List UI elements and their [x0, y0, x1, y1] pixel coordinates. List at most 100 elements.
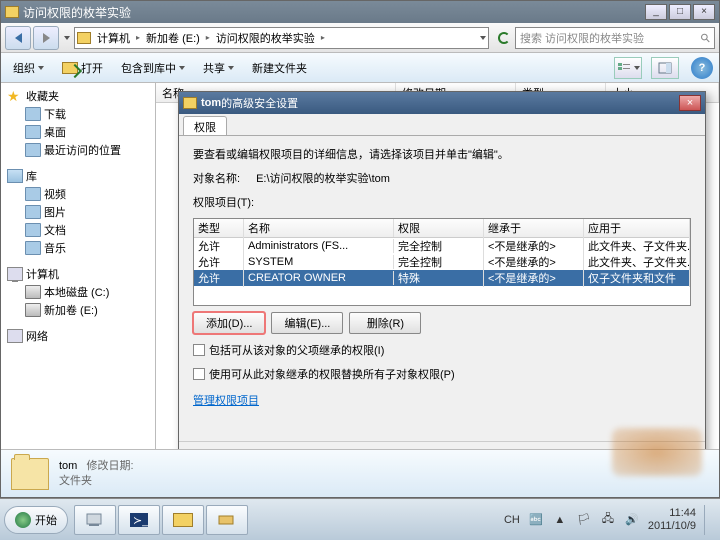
permission-list[interactable]: 类型 名称 权限 继承于 应用于 允许Administrators (FS...… [193, 218, 691, 306]
tree-item[interactable]: 音乐 [3, 239, 153, 257]
organize-menu[interactable]: 组织 [7, 58, 50, 78]
arrow-right-icon [43, 33, 50, 43]
back-button[interactable] [5, 26, 31, 50]
window-title: 访问权限的枚举实验 [23, 4, 643, 21]
folder-icon [25, 107, 41, 121]
breadcrumb[interactable]: 计算机▸ 新加卷 (E:)▸ 访问权限的枚举实验▸ [74, 27, 489, 49]
breadcrumb-segment[interactable]: 访问权限的枚举实验 [212, 29, 319, 47]
objname-value: E:\访问权限的枚举实验\tom [256, 170, 390, 186]
titlebar[interactable]: 访问权限的枚举实验 _ □ × [1, 1, 719, 23]
advanced-security-dialog: tom 的高级安全设置 × 权限 要查看或编辑权限项目的详细信息，请选择该项目并… [178, 91, 706, 449]
network-tray-icon[interactable]: 🖧 [600, 512, 616, 528]
preview-pane-button[interactable] [651, 57, 679, 79]
perm-row-selected[interactable]: 允许CREATOR OWNER特殊<不是继承的>仅子文件夹和文件 [194, 270, 690, 286]
taskbar[interactable]: 开始 ≻_ CH 🔤 ▲ 🏳 🖧 🔊 11:44 2011/10/9 [0, 498, 720, 540]
add-button[interactable]: 添加(D)... [193, 312, 265, 334]
tree-item[interactable]: 桌面 [3, 123, 153, 141]
star-icon: ★ [7, 89, 23, 103]
perm-row[interactable]: 允许SYSTEM完全控制<不是继承的>此文件夹、子文件夹... [194, 254, 690, 270]
taskbar-explorer[interactable] [74, 505, 116, 535]
include-inherit-checkbox[interactable]: 包括可从该对象的父项继承的权限(I) [193, 342, 691, 358]
libraries-icon [7, 169, 23, 183]
ime-indicator[interactable]: CH [504, 514, 520, 526]
include-menu[interactable]: 包含到库中 [115, 58, 191, 78]
show-desktop-button[interactable] [704, 505, 712, 535]
replace-child-checkbox[interactable]: 使用可从此对象继承的权限替换所有子对象权限(P) [193, 366, 691, 382]
open-folder-icon [62, 62, 78, 74]
dialog-titlebar[interactable]: tom 的高级安全设置 × [179, 92, 705, 114]
tree-item[interactable]: 图片 [3, 203, 153, 221]
history-dropdown-icon[interactable] [64, 36, 70, 40]
clock[interactable]: 11:44 2011/10/9 [648, 507, 696, 533]
folder-icon [5, 6, 19, 18]
document-icon [25, 223, 41, 237]
new-folder-button[interactable]: 新建文件夹 [246, 58, 313, 78]
checkbox-icon[interactable] [193, 344, 205, 356]
nav-tree[interactable]: ★收藏夹 下载 桌面 最近访问的位置 库 视频 图片 文档 音乐 计算机 本地磁… [1, 83, 156, 449]
perm-header[interactable]: 类型 名称 权限 继承于 应用于 [194, 219, 690, 238]
share-menu[interactable]: 共享 [197, 58, 240, 78]
svg-text:≻_: ≻_ [133, 515, 149, 527]
list-view-icon [617, 62, 631, 74]
network-icon [7, 329, 23, 343]
video-icon [25, 187, 41, 201]
dialog-close-button[interactable]: × [679, 95, 701, 111]
disk-icon [25, 285, 41, 299]
tree-item[interactable]: 视频 [3, 185, 153, 203]
search-input[interactable]: 搜索 访问权限的枚举实验 ⚲ [515, 27, 715, 49]
instruction-text: 要查看或编辑权限项目的详细信息，请选择该项目并单击"编辑"。 [193, 146, 691, 162]
tab-permissions[interactable]: 权限 [183, 116, 227, 135]
remove-button[interactable]: 删除(R) [349, 312, 421, 334]
ime-mode-icon[interactable]: 🔤 [528, 512, 544, 528]
details-type: 文件夹 [59, 474, 134, 489]
forward-button[interactable] [33, 26, 59, 50]
windows-orb-icon [15, 512, 31, 528]
recent-icon [25, 143, 41, 157]
breadcrumb-segment[interactable]: 新加卷 (E:) [142, 29, 204, 47]
tree-libraries[interactable]: 库 [3, 167, 153, 185]
chevron-down-icon[interactable] [480, 36, 486, 40]
breadcrumb-segment[interactable]: 计算机 [93, 29, 134, 47]
view-mode-button[interactable] [614, 57, 642, 79]
powershell-icon: ≻_ [129, 512, 149, 528]
refresh-icon [498, 32, 510, 44]
system-tray[interactable]: CH 🔤 ▲ 🏳 🖧 🔊 11:44 2011/10/9 [504, 505, 716, 535]
action-center-icon[interactable]: 🏳 [576, 512, 592, 528]
volume-icon[interactable]: 🔊 [624, 512, 640, 528]
disk-icon [25, 303, 41, 317]
taskbar-folder[interactable] [162, 505, 204, 535]
file-list[interactable]: 名称 修改日期 类型 大小 tom 的高级安全设置 × 权限 要查看或编 [156, 83, 719, 449]
refresh-button[interactable] [493, 27, 515, 49]
checkbox-icon[interactable] [193, 368, 205, 380]
details-pane: tom 修改日期: 文件夹 [1, 449, 719, 497]
tree-item[interactable]: 最近访问的位置 [3, 141, 153, 159]
tree-computer[interactable]: 计算机 [3, 265, 153, 283]
perm-list-label: 权限项目(T): [193, 194, 691, 210]
taskbar-app[interactable] [206, 505, 248, 535]
command-bar: 组织 打开 包含到库中 共享 新建文件夹 ? [1, 53, 719, 83]
tree-favorites[interactable]: ★收藏夹 [3, 87, 153, 105]
manage-permissions-link[interactable]: 管理权限项目 [193, 392, 691, 408]
folder-icon [77, 32, 91, 44]
tree-item[interactable]: 文档 [3, 221, 153, 239]
minimize-button[interactable]: _ [645, 4, 667, 20]
tray-arrow-icon[interactable]: ▲ [552, 512, 568, 528]
start-button[interactable]: 开始 [4, 506, 68, 534]
edit-button[interactable]: 编辑(E)... [271, 312, 343, 334]
taskbar-powershell[interactable]: ≻_ [118, 505, 160, 535]
perm-row[interactable]: 允许Administrators (FS...完全控制<不是继承的>此文件夹、子… [194, 238, 690, 254]
maximize-button[interactable]: □ [669, 4, 691, 20]
music-icon [25, 241, 41, 255]
help-button[interactable]: ? [691, 57, 713, 79]
tree-item[interactable]: 本地磁盘 (C:) [3, 283, 153, 301]
tree-network[interactable]: 网络 [3, 327, 153, 345]
server-icon [85, 512, 105, 528]
arrow-left-icon [15, 33, 22, 43]
explorer-window: 访问权限的枚举实验 _ □ × 计算机▸ 新加卷 (E:)▸ 访问权限的枚举实验… [0, 0, 720, 498]
close-button[interactable]: × [693, 4, 715, 20]
open-button[interactable]: 打开 [56, 58, 109, 78]
tree-item[interactable]: 下载 [3, 105, 153, 123]
objname-label: 对象名称: [193, 170, 240, 186]
details-date-label: 修改日期: [87, 460, 134, 472]
tree-item[interactable]: 新加卷 (E:) [3, 301, 153, 319]
